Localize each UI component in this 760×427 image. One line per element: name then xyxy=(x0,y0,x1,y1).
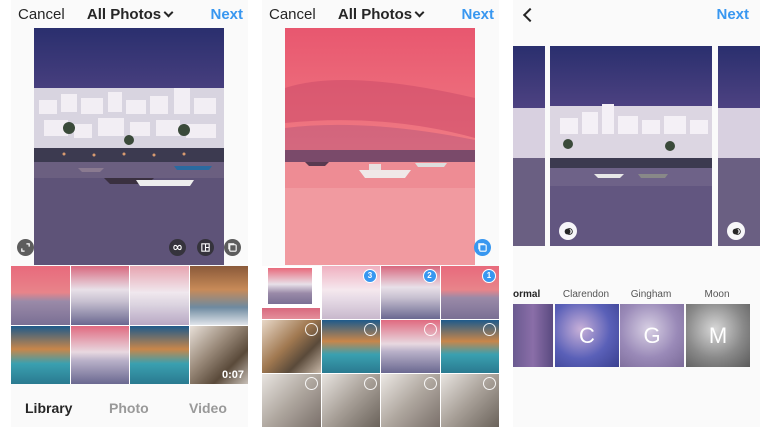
select-circle[interactable] xyxy=(483,377,496,390)
select-circle[interactable] xyxy=(364,377,377,390)
filter-thumb-clarendon[interactable]: C xyxy=(555,304,619,367)
edit-photo-button[interactable] xyxy=(559,222,577,240)
filter-thumb-moon[interactable]: M xyxy=(686,304,750,367)
layout-icon xyxy=(201,243,210,252)
next-button[interactable]: Next xyxy=(461,6,494,23)
multi-select-button[interactable] xyxy=(474,239,491,256)
next-button[interactable]: Next xyxy=(716,6,749,23)
top-bar: Next xyxy=(513,0,760,28)
grid-thumbnail[interactable] xyxy=(11,266,70,325)
grid-thumbnail-video[interactable]: 0:07 xyxy=(189,325,248,384)
grid-thumbnail[interactable]: 2 xyxy=(381,266,440,319)
chevron-down-icon xyxy=(414,7,425,18)
grid-thumbnail[interactable] xyxy=(130,325,189,384)
album-title: All Photos xyxy=(86,6,162,23)
tab-photo[interactable]: Photo xyxy=(109,400,149,416)
grid-thumbnail[interactable] xyxy=(321,320,380,373)
multi-select-panel: Cancel All Photos Next 3 2 1 xyxy=(262,0,499,427)
tab-library[interactable]: Library xyxy=(25,400,72,416)
filter-circles-icon xyxy=(564,227,573,235)
selection-order-badge: 3 xyxy=(363,269,377,283)
library-panel: Cancel All Photos Next 0:07 Library Phot… xyxy=(11,0,248,427)
grid-thumbnail[interactable] xyxy=(262,374,321,427)
filter-label-normal: Normal xyxy=(513,289,541,300)
grid-thumbnail[interactable] xyxy=(321,374,380,427)
multiple-photos-icon xyxy=(478,243,487,252)
select-circle[interactable] xyxy=(423,377,437,390)
filter-letter: G xyxy=(643,322,661,348)
filter-label-moon: Moon xyxy=(704,289,730,300)
multiple-photos-icon xyxy=(228,243,237,252)
chevron-down-icon xyxy=(163,7,174,18)
grid-thumbnail[interactable]: 3 xyxy=(321,266,380,319)
drag-strip xyxy=(262,308,320,319)
filter-letter: M xyxy=(708,322,728,348)
grid-thumbnail[interactable] xyxy=(440,320,499,373)
top-bar: Cancel All Photos Next xyxy=(11,0,248,28)
video-duration: 0:07 xyxy=(221,369,244,381)
selection-order-badge: 2 xyxy=(422,269,437,283)
select-circle[interactable] xyxy=(483,323,496,336)
carousel-photo-current[interactable] xyxy=(550,46,712,246)
grid-thumbnail[interactable] xyxy=(381,374,440,427)
select-circle[interactable] xyxy=(304,377,318,390)
carousel-photo-previous[interactable] xyxy=(513,46,545,246)
expand-crop-button[interactable] xyxy=(17,239,34,256)
layout-button[interactable] xyxy=(197,239,214,256)
multi-select-button[interactable] xyxy=(224,239,241,256)
photo-grid: 3 2 1 xyxy=(262,266,499,427)
grid-thumbnail[interactable]: 1 xyxy=(440,266,499,319)
select-circle[interactable] xyxy=(364,323,377,336)
top-bar: Cancel All Photos Next xyxy=(262,0,499,28)
grid-thumbnail[interactable] xyxy=(381,320,440,373)
album-title: All Photos xyxy=(337,6,413,23)
photo-grid: 0:07 xyxy=(11,266,248,384)
photo-preview xyxy=(285,28,475,265)
grid-thumbnail[interactable] xyxy=(262,320,321,373)
select-circle[interactable] xyxy=(423,323,437,336)
next-button[interactable]: Next xyxy=(210,6,243,23)
grid-thumbnail[interactable] xyxy=(440,374,499,427)
selected-preview xyxy=(268,268,312,304)
grid-thumbnail[interactable] xyxy=(130,266,189,325)
tab-video[interactable]: Video xyxy=(189,400,227,416)
filter-label-clarendon: Clarendon xyxy=(562,289,610,300)
filter-label-gingham: Gingham xyxy=(630,289,672,300)
filter-circles-icon xyxy=(732,227,741,235)
expand-icon xyxy=(21,243,30,252)
back-chevron-icon[interactable] xyxy=(522,7,538,23)
infinity-icon xyxy=(173,244,182,251)
photo-preview xyxy=(34,28,224,265)
edit-photo-button[interactable] xyxy=(727,222,745,240)
source-tabs: Library Photo Video xyxy=(11,392,248,427)
boomerang-button[interactable] xyxy=(169,239,186,256)
grid-thumbnail-selected[interactable] xyxy=(262,266,321,319)
filter-letter: C xyxy=(579,322,595,348)
grid-thumbnail[interactable] xyxy=(189,266,248,325)
grid-thumbnail[interactable] xyxy=(70,325,129,384)
grid-thumbnail[interactable] xyxy=(11,325,70,384)
select-circle[interactable] xyxy=(304,323,318,336)
carousel-photo-next[interactable] xyxy=(718,46,760,246)
grid-thumbnail[interactable] xyxy=(70,266,129,325)
filter-panel: Next Normal Clarendon Gingham Moon xyxy=(513,0,760,427)
selection-order-badge: 1 xyxy=(482,269,496,283)
filter-thumb-normal[interactable] xyxy=(513,304,553,367)
filter-thumb-gingham[interactable]: G xyxy=(620,304,684,367)
